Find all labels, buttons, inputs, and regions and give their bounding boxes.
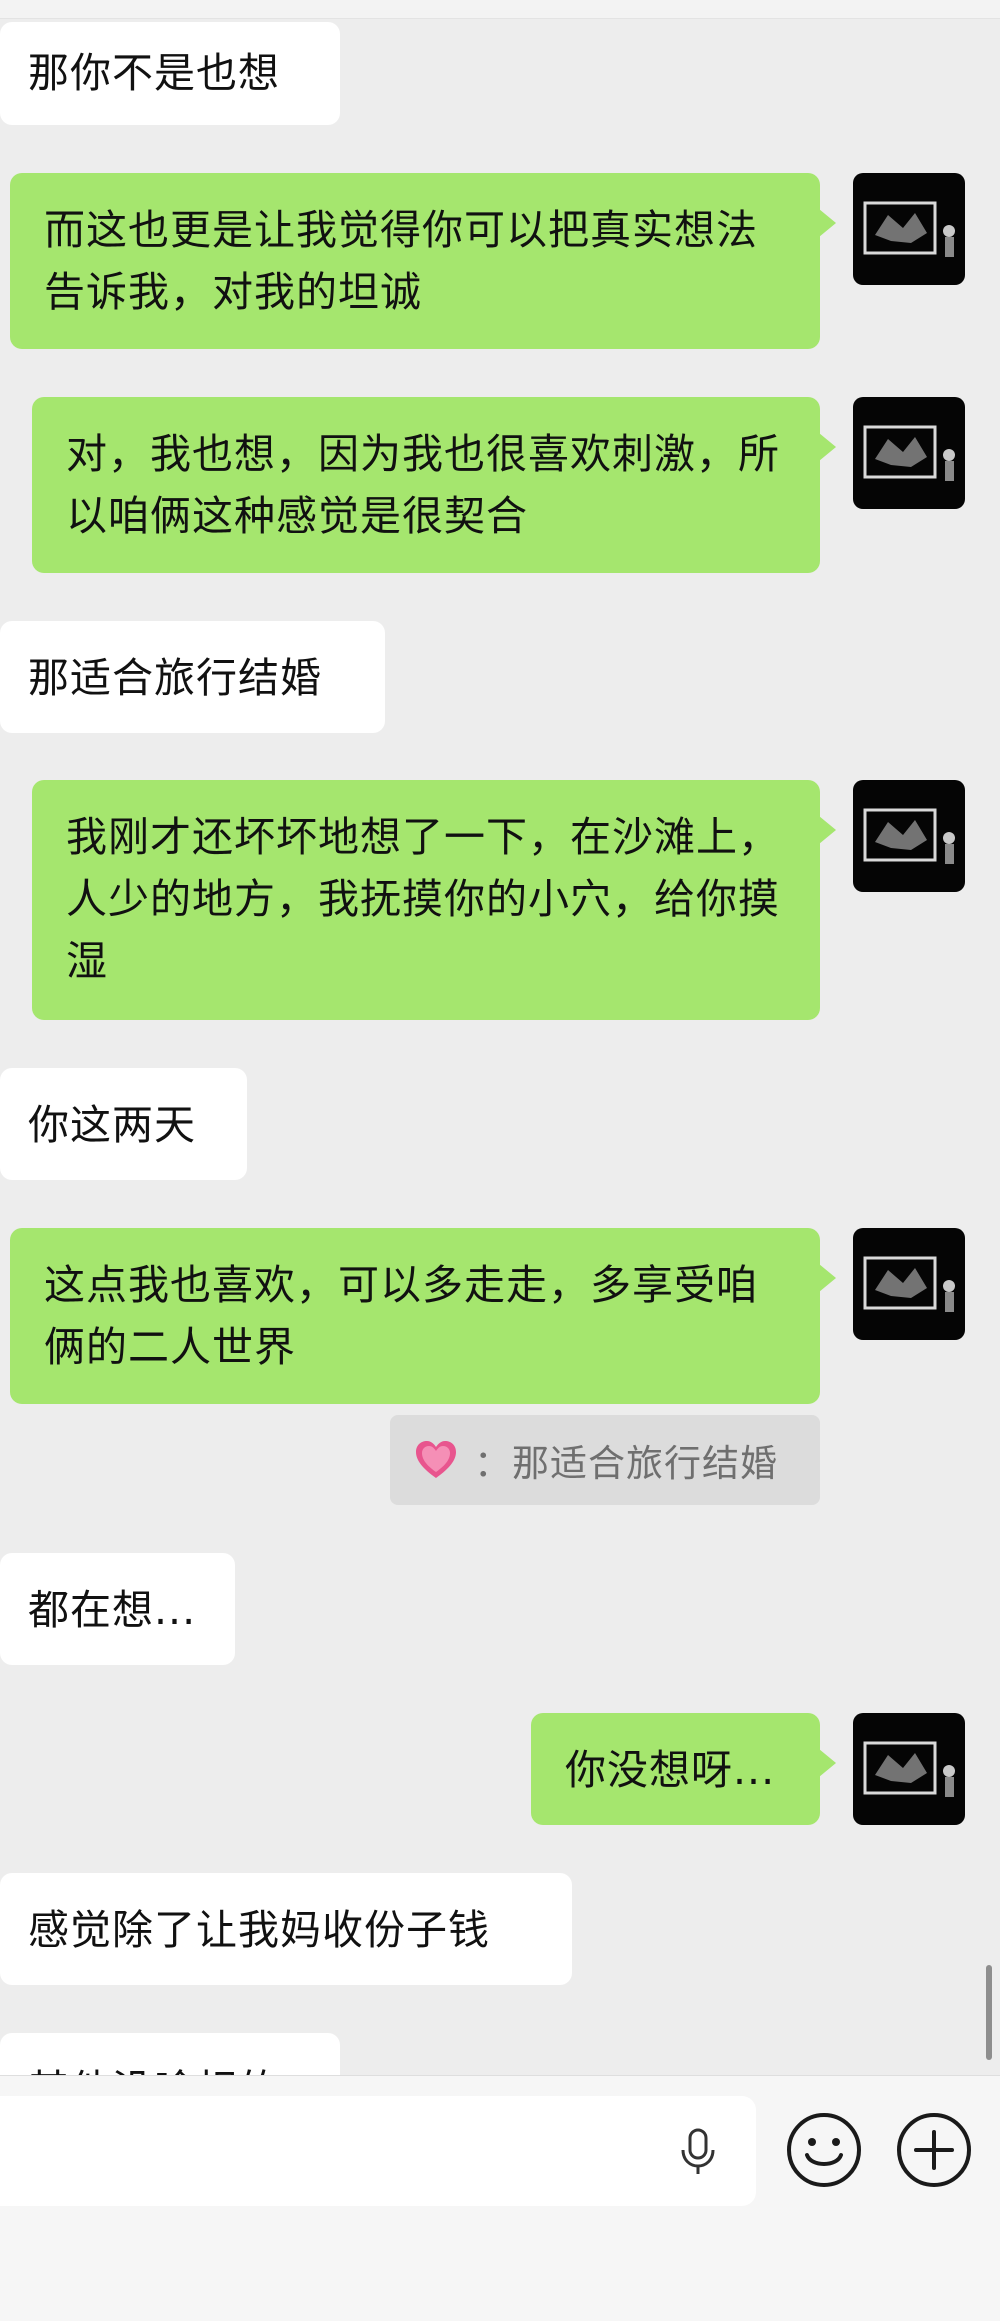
message-bubble-received[interactable]: 都在想...: [0, 1553, 235, 1665]
scrollbar[interactable]: [986, 1965, 992, 2060]
avatar[interactable]: [853, 1228, 965, 1340]
emoji-icon[interactable]: [785, 2111, 863, 2189]
message-bubble-received[interactable]: 那适合旅行结婚: [0, 621, 385, 733]
quoted-text: ：那适合旅行结婚: [474, 1442, 778, 1485]
heart-icon: [416, 1441, 456, 1478]
mic-icon[interactable]: [672, 2126, 724, 2178]
message-bubble-sent[interactable]: 对，我也想，因为我也很喜欢刺激，所以咱俩这种感觉是很契合: [32, 397, 836, 573]
message-bubble-received[interactable]: 你这两天: [0, 1068, 247, 1180]
avatar[interactable]: [853, 1713, 965, 1825]
avatar[interactable]: [853, 397, 965, 509]
quoted-message[interactable]: ：那适合旅行结婚: [390, 1415, 820, 1505]
message-bubble-sent[interactable]: 这点我也喜欢，可以多走走，多享受咱俩的二人世界: [10, 1228, 836, 1404]
message-bubble-received[interactable]: 那你不是也想: [0, 22, 340, 125]
avatar[interactable]: [853, 173, 965, 285]
message-bubble-sent[interactable]: 你没想呀...: [531, 1713, 836, 1825]
message-bubble-sent[interactable]: 而这也更是让我觉得你可以把真实想法告诉我，对我的坦诚: [10, 173, 836, 349]
plus-icon[interactable]: [895, 2111, 973, 2189]
avatar[interactable]: [853, 780, 965, 892]
message-input[interactable]: [0, 2096, 756, 2206]
chat-area[interactable]: 那你不是也想 而这也更是让我觉得你可以把真实想法告诉我，对我的坦诚 对，我也想，…: [0, 0, 1000, 2075]
message-bubble-sent[interactable]: 我刚才还坏坏地想了一下，在沙滩上，人少的地方，我抚摸你的小穴，给你摸湿: [32, 780, 836, 1020]
message-bubble-received[interactable]: 感觉除了让我妈收份子钱: [0, 1873, 572, 1985]
input-bar: [0, 2075, 1000, 2321]
message-bubble-received[interactable]: 其他没啥相的: [0, 2033, 340, 2075]
